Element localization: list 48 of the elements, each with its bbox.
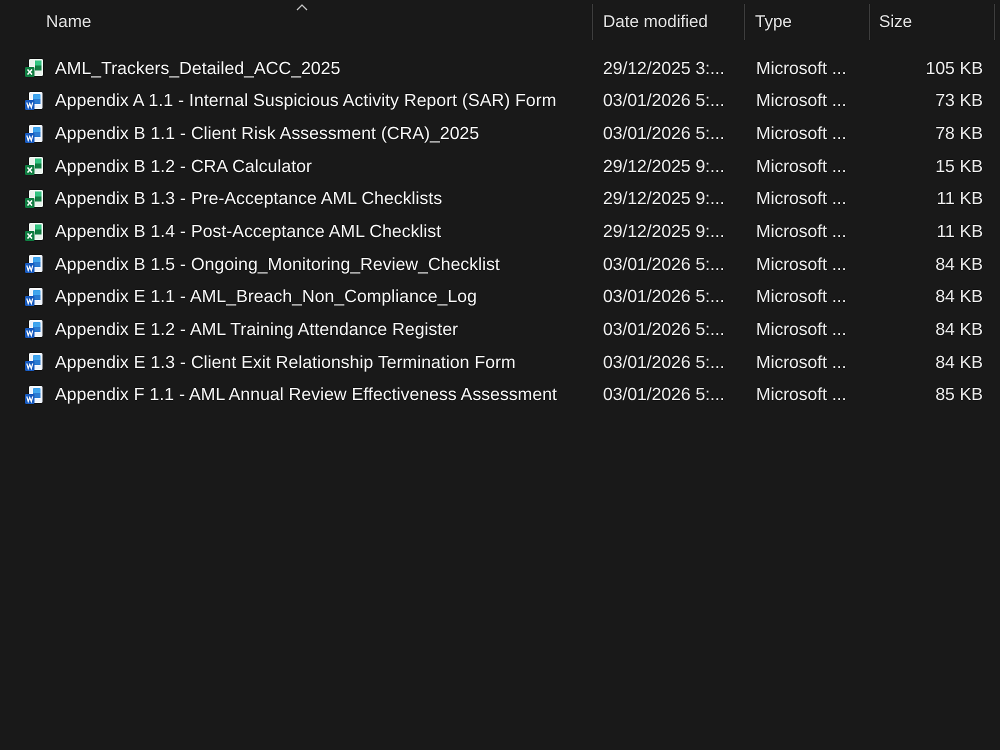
file-size-text: 85 KB — [935, 384, 983, 406]
date-modified-text: 03/01/2026 5:... — [603, 90, 725, 112]
file-size-text: 11 KB — [936, 188, 983, 210]
column-header[interactable]: Name — [46, 10, 92, 34]
file-name[interactable]: Appendix B 1.5 - Ongoing_Monitoring_Review_Checklist — [55, 254, 500, 275]
column-header[interactable]: Size — [879, 10, 912, 34]
date-modified-text: 03/01/2026 5:... — [603, 123, 725, 144]
date-modified-text: 29/12/2025 9:... — [603, 188, 725, 210]
file-type-text: Microsoft ... — [756, 286, 846, 308]
file-type-text: Microsoft ... — [756, 254, 846, 275]
date-modified-text: 03/01/2026 5:... — [603, 352, 725, 373]
file-size-text: 84 KB — [935, 254, 983, 275]
file-type-text: Microsoft ... — [756, 188, 846, 210]
column-header[interactable]: Type — [755, 10, 792, 34]
file-name[interactable]: Appendix E 1.2 - AML Training Attendance Register — [55, 318, 458, 340]
file-size-text: 84 KB — [935, 318, 983, 340]
file-size-text: 105 KB — [926, 58, 983, 79]
file-type-text: Microsoft ... — [756, 58, 846, 79]
file-size-text: 78 KB — [935, 123, 983, 144]
date-modified-text: 29/12/2025 9:... — [603, 221, 725, 242]
file-name[interactable]: AML_Trackers_Detailed_ACC_2025 — [55, 58, 340, 79]
file-name[interactable]: Appendix B 1.3 - Pre-Acceptance AML Checklists — [55, 188, 442, 210]
date-modified-text: 29/12/2025 9:... — [603, 156, 725, 177]
file-type-text: Microsoft ... — [756, 221, 846, 242]
file-name[interactable]: Appendix F 1.1 - AML Annual Review Effectiveness Assessment — [55, 384, 557, 406]
file-type-text: Microsoft ... — [756, 90, 846, 112]
file-name[interactable]: Appendix B 1.1 - Client Risk Assessment (CRA)_2025 — [55, 123, 480, 144]
file-size-text: 11 KB — [936, 221, 983, 242]
file-type-text: Microsoft ... — [756, 123, 846, 144]
file-size-text: 84 KB — [935, 352, 983, 373]
file-size-text: 73 KB — [935, 90, 983, 112]
file-type-text: Microsoft ... — [756, 352, 846, 373]
date-modified-text: 03/01/2026 5:... — [603, 318, 725, 340]
file-size-text: 84 KB — [935, 286, 983, 308]
file-name[interactable]: Appendix E 1.3 - Client Exit Relationship Termination Form — [55, 352, 516, 373]
file-type-text: Microsoft ... — [756, 318, 846, 340]
date-modified-text: 03/01/2026 5:... — [603, 254, 725, 275]
date-modified-text: 29/12/2025 3:... — [603, 58, 725, 79]
file-type-text: Microsoft ... — [756, 156, 846, 177]
file-name[interactable]: Appendix A 1.1 - Internal Suspicious Activity Report (SAR) Form — [55, 90, 556, 112]
file-name[interactable]: Appendix B 1.2 - CRA Calculator — [55, 156, 312, 177]
file-name[interactable]: Appendix B 1.4 - Post-Acceptance AML Checklist — [55, 221, 442, 242]
date-modified-text: 03/01/2026 5:... — [603, 384, 725, 406]
file-type-text: Microsoft ... — [756, 384, 846, 406]
file-size-text: 15 KB — [935, 156, 983, 177]
column-header[interactable]: Date modified — [603, 10, 708, 34]
file-name[interactable]: Appendix E 1.1 - AML_Breach_Non_Compliance_Log — [55, 286, 477, 308]
date-modified-text: 03/01/2026 5:... — [603, 286, 725, 308]
